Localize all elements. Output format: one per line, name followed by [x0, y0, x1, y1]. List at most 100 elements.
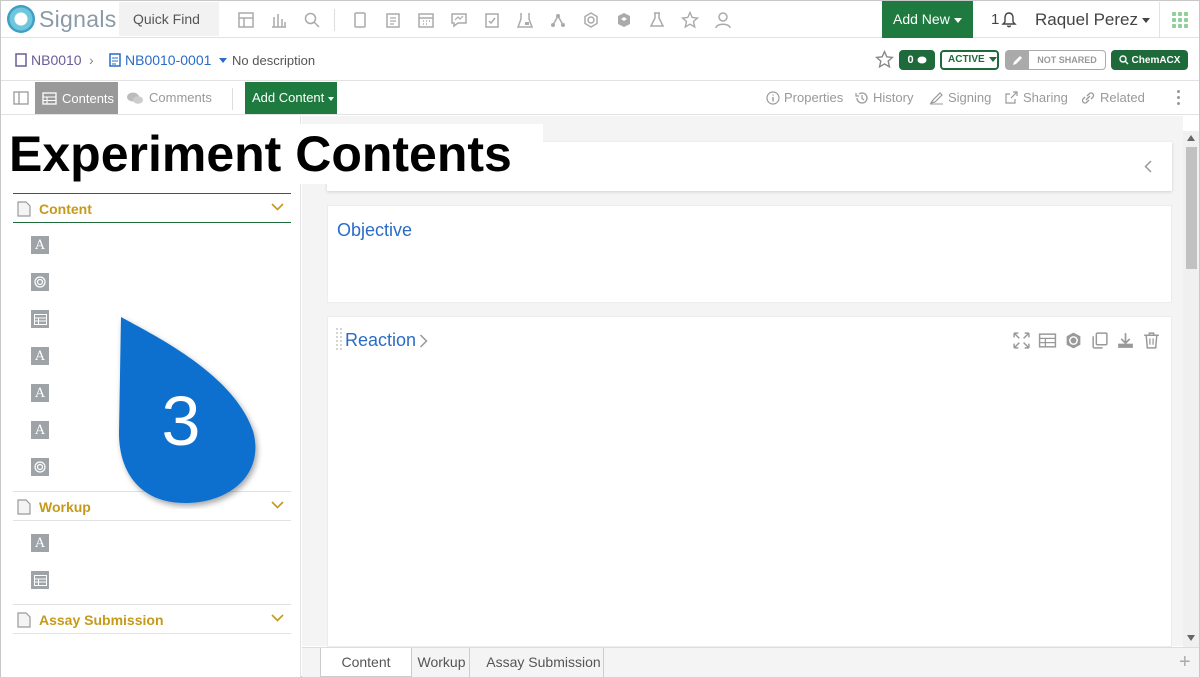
molecule-icon[interactable]	[1064, 331, 1083, 350]
tab-comments[interactable]: Comments	[126, 90, 212, 105]
link-icon	[1081, 91, 1095, 104]
expand-icon[interactable]	[1012, 331, 1031, 350]
quick-find-button[interactable]: Quick Find	[119, 2, 219, 36]
breadcrumb-experiment[interactable]: NB0010-0001	[109, 52, 228, 68]
caret-down-icon	[988, 56, 997, 62]
trash-icon[interactable]	[1142, 331, 1161, 350]
add-content-button[interactable]: Add Content	[245, 82, 337, 114]
section-assay-submission[interactable]: Assay Submission	[13, 605, 291, 635]
divider	[13, 222, 291, 223]
vertical-scrollbar[interactable]	[1183, 131, 1199, 647]
sharing-button[interactable]: Sharing	[1004, 90, 1068, 105]
document-icon	[17, 612, 31, 628]
text-item-icon[interactable]: A	[31, 384, 49, 402]
history-button[interactable]: History	[854, 90, 913, 105]
text-item-icon[interactable]: A	[31, 534, 49, 552]
scrollbar-thumb[interactable]	[1186, 147, 1197, 269]
chart-comment-icon[interactable]	[442, 9, 475, 31]
scroll-down-icon[interactable]	[1187, 635, 1195, 641]
box-icon[interactable]	[607, 9, 640, 31]
bottom-tab-content[interactable]: Content	[320, 648, 412, 677]
tab-contents[interactable]: Contents	[35, 82, 118, 114]
reaction-item-icon[interactable]	[31, 458, 49, 476]
sharing-label: Sharing	[1023, 90, 1068, 105]
notifications-button[interactable]: 1	[991, 11, 1018, 28]
top-bar: Signals Quick Find Add New 1 Raquel Pere…	[1, 1, 1199, 38]
chevron-down-icon	[271, 501, 284, 509]
chart-icon[interactable]	[262, 9, 295, 31]
layout-icon[interactable]	[229, 9, 262, 31]
related-button[interactable]: Related	[1080, 90, 1145, 105]
caret-down-icon	[328, 96, 335, 101]
properties-button[interactable]: Properties	[766, 90, 843, 105]
experiment-icon	[109, 53, 121, 67]
notification-count: 1	[991, 11, 1000, 28]
calendar-icon[interactable]	[409, 9, 442, 31]
add-tab-icon[interactable]: +	[1179, 652, 1191, 672]
bottom-tab-assay-submission[interactable]: Assay Submission	[484, 648, 604, 677]
apps-launcher-button[interactable]	[1159, 2, 1199, 37]
bottom-tab-workup[interactable]: Workup	[414, 648, 470, 677]
chevron-down-icon	[271, 614, 284, 622]
copy-icon[interactable]	[1090, 331, 1109, 350]
signature-pen-icon	[929, 91, 943, 104]
signing-button[interactable]: Signing	[929, 90, 991, 105]
download-icon[interactable]	[1116, 331, 1135, 350]
reaction-card[interactable]	[327, 316, 1172, 647]
comments-icon	[127, 92, 143, 104]
add-new-button[interactable]: Add New	[882, 1, 973, 38]
drag-handle-icon[interactable]	[336, 327, 342, 353]
edit-pencil-icon[interactable]	[1005, 50, 1029, 70]
network-icon[interactable]	[541, 9, 574, 31]
reaction-actions	[1012, 331, 1161, 350]
sharing-status-badge[interactable]: NOT SHARED	[1029, 50, 1106, 70]
signals-logo[interactable]: Signals	[7, 4, 117, 34]
user-name: Raquel Perez	[1035, 10, 1139, 29]
entity-icons	[343, 9, 739, 31]
breadcrumb-notebook[interactable]: NB0010	[15, 52, 82, 68]
reaction-title[interactable]: Reaction	[345, 330, 416, 351]
clipboard-icon[interactable]	[376, 9, 409, 31]
caret-down-icon	[1142, 18, 1151, 24]
info-icon	[766, 90, 780, 105]
molecule-icon[interactable]	[574, 9, 607, 31]
chemacx-label: ChemACX	[1131, 54, 1181, 66]
lab-icon[interactable]	[508, 9, 541, 31]
table-item-icon[interactable]	[31, 310, 49, 328]
task-icon[interactable]	[475, 9, 508, 31]
history-label: History	[873, 90, 914, 105]
favorite-star-icon[interactable]	[874, 49, 895, 74]
objective-card[interactable]	[327, 205, 1172, 303]
search-icon	[1118, 55, 1129, 65]
scroll-up-icon[interactable]	[1187, 135, 1195, 141]
tab-contents-label: Contents	[62, 90, 115, 106]
chevron-left-icon[interactable]	[1144, 160, 1152, 173]
notebook-icon	[15, 53, 27, 67]
objective-title[interactable]: Objective	[337, 220, 412, 241]
star-icon[interactable]	[673, 9, 706, 31]
notebook-label: NB0010	[31, 52, 82, 68]
user-menu[interactable]: Raquel Perez	[1035, 10, 1151, 30]
search-icon[interactable]	[295, 9, 328, 31]
chemacx-button[interactable]: ChemACX	[1111, 50, 1188, 70]
chevron-right-icon[interactable]	[419, 334, 428, 348]
share-icon	[1005, 90, 1018, 104]
section-content[interactable]: Content	[13, 194, 291, 224]
table-item-icon[interactable]	[31, 571, 49, 589]
user-icon[interactable]	[706, 9, 739, 31]
panel-toggle-icon[interactable]	[13, 91, 29, 110]
notebook-icon[interactable]	[343, 9, 376, 31]
comments-count-badge[interactable]: 0	[899, 50, 935, 70]
table-icon[interactable]	[1038, 331, 1057, 350]
section-title: Assay Submission	[39, 612, 164, 628]
text-item-icon[interactable]: A	[31, 236, 49, 254]
flask-icon[interactable]	[640, 9, 673, 31]
status-dropdown[interactable]: ACTIVE	[940, 50, 999, 70]
reaction-item-icon[interactable]	[31, 273, 49, 291]
divider	[334, 9, 335, 31]
text-item-icon[interactable]: A	[31, 347, 49, 365]
experiment-description[interactable]: No description	[232, 53, 315, 68]
text-item-icon[interactable]: A	[31, 421, 49, 439]
document-icon	[17, 201, 31, 217]
more-options-icon[interactable]	[1177, 90, 1180, 105]
